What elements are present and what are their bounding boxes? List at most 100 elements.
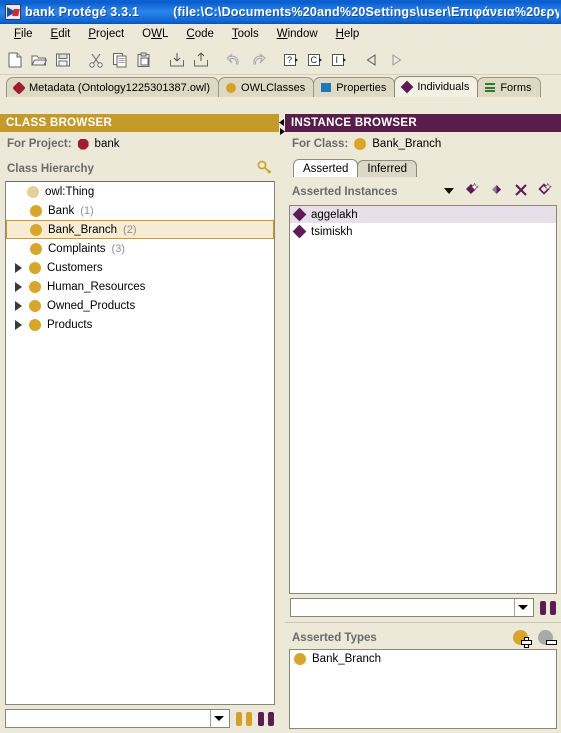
protege-window: bank Protégé 3.3.1 (file:\C:\Documents%20…	[0, 0, 561, 733]
subtab-asserted[interactable]: Asserted	[293, 159, 359, 177]
create-subinstance-icon[interactable]	[490, 183, 504, 200]
export-icon[interactable]	[190, 49, 212, 71]
expander-icon[interactable]	[14, 263, 23, 273]
tree-node-owl-thing[interactable]: owl:Thing	[6, 182, 274, 201]
chevron-down-icon[interactable]	[518, 605, 528, 610]
expander-icon[interactable]	[14, 282, 23, 292]
instance-browser-header: INSTANCE BROWSER	[285, 114, 561, 132]
import-icon[interactable]	[166, 49, 188, 71]
back-icon[interactable]	[361, 49, 383, 71]
tree-node-owned-products[interactable]: Owned_Products	[6, 296, 274, 315]
class-search-combo[interactable]	[5, 709, 230, 728]
window-title: bank Protégé 3.3.1 (file:\C:\Documents%20…	[25, 5, 559, 19]
menu-tools[interactable]: Tools	[223, 26, 268, 42]
instance-search-combo[interactable]	[290, 598, 534, 617]
project-name: bank	[94, 138, 120, 150]
instance-wizard-icon[interactable]: I	[328, 49, 350, 71]
class-icon	[30, 204, 42, 217]
menu-help[interactable]: Help	[327, 26, 369, 42]
instance-search-bar	[285, 594, 561, 622]
tab-owlclasses[interactable]: OWLClasses	[218, 77, 315, 97]
tab-properties[interactable]: Properties	[313, 77, 396, 97]
menu-code[interactable]: Code	[177, 26, 223, 42]
metadata-icon	[12, 80, 26, 95]
tree-node-products[interactable]: Products	[6, 315, 274, 334]
list-item[interactable]: Bank_Branch	[290, 650, 556, 667]
remove-type-icon[interactable]	[538, 630, 556, 645]
tree-node-count: (3)	[111, 242, 125, 255]
individual-icon	[292, 224, 307, 239]
save-project-icon[interactable]	[52, 49, 74, 71]
instance-actions	[444, 182, 553, 200]
tree-node-label: Customers	[47, 261, 103, 274]
undo-icon[interactable]	[223, 49, 245, 71]
asserted-instances-header: Asserted Instances	[285, 177, 561, 205]
tree-node-complaints[interactable]: Complaints (3)	[6, 239, 274, 258]
remove-instance-icon[interactable]	[514, 183, 528, 200]
expander-icon	[12, 187, 21, 196]
list-item[interactable]: tsimiskh	[290, 223, 556, 240]
list-item[interactable]: aggelakh	[290, 206, 556, 223]
asserted-types-list[interactable]: Bank_Branch	[289, 649, 557, 729]
tree-node-customers[interactable]: Customers	[6, 258, 274, 277]
instance-browser-class-line: For Class: Bank_Branch	[285, 132, 561, 156]
paste-icon[interactable]	[133, 49, 155, 71]
window-title-app: bank Protégé 3.3.1	[25, 5, 140, 19]
tab-individuals[interactable]: Individuals	[394, 76, 479, 97]
forms-icon	[485, 83, 496, 92]
class-icon	[354, 138, 367, 150]
find-instance-icon[interactable]	[540, 600, 556, 615]
expander-icon[interactable]	[14, 320, 23, 330]
find-class-icon[interactable]	[257, 160, 271, 177]
menu-code-label: ode	[194, 28, 214, 40]
list-item-label: tsimiskh	[311, 225, 353, 238]
individual-icon	[292, 207, 307, 222]
cut-icon[interactable]	[85, 49, 107, 71]
for-class-label: For Class:	[292, 138, 349, 150]
create-instance-icon[interactable]	[465, 182, 480, 200]
expander-icon[interactable]	[14, 301, 23, 311]
class-browser-panel: CLASS BROWSER For Project: bank Class Hi…	[0, 114, 279, 733]
find-instance-icon[interactable]	[258, 711, 274, 726]
menu-window-label: indow	[287, 28, 318, 40]
new-project-icon[interactable]	[4, 49, 26, 71]
properties-icon	[321, 83, 332, 92]
tree-node-label: Bank	[48, 204, 75, 217]
class-hierarchy-tree[interactable]: owl:Thing Bank (1) Bank_Branch (2) Compl…	[5, 181, 275, 705]
add-type-icon[interactable]	[513, 630, 531, 647]
workspace: CLASS BROWSER For Project: bank Class Hi…	[0, 114, 561, 733]
asserted-instances-label: Asserted Instances	[292, 185, 398, 198]
menu-window[interactable]: Window	[268, 26, 327, 42]
duplicate-instance-icon[interactable]	[538, 182, 553, 200]
asserted-instances-list[interactable]: aggelakh tsimiskh	[289, 205, 557, 594]
asserted-types-label: Asserted Types	[292, 631, 377, 644]
menu-tools-label: ools	[237, 28, 259, 40]
copy-icon[interactable]	[109, 49, 131, 71]
menu-file[interactable]: File	[5, 26, 42, 42]
tree-node-bank[interactable]: Bank (1)	[6, 201, 274, 220]
tree-node-count: (1)	[80, 204, 94, 217]
instances-menu-icon[interactable]	[444, 186, 455, 198]
find-usage-icon[interactable]	[236, 711, 252, 726]
open-project-icon[interactable]	[28, 49, 50, 71]
forward-icon[interactable]	[385, 49, 407, 71]
list-item-label: aggelakh	[311, 208, 358, 221]
tree-node-label: Products	[47, 318, 93, 331]
class-wizard-icon[interactable]: C	[304, 49, 326, 71]
menu-project-label: roject	[96, 28, 125, 40]
tab-metadata[interactable]: Metadata (Ontology1225301387.owl)	[6, 77, 220, 97]
class-icon	[29, 261, 41, 274]
tree-node-bank-branch[interactable]: Bank_Branch (2)	[6, 220, 274, 239]
menu-edit[interactable]: Edit	[42, 26, 80, 42]
chevron-down-icon[interactable]	[214, 716, 224, 721]
subtab-inferred-label: Inferred	[367, 163, 408, 175]
query-icon[interactable]: ?	[280, 49, 302, 71]
redo-icon[interactable]	[247, 49, 269, 71]
tab-forms[interactable]: Forms	[477, 77, 541, 97]
menu-owl[interactable]: OWL	[133, 26, 177, 42]
subtab-inferred[interactable]: Inferred	[357, 160, 418, 177]
main-tabstrip: Metadata (Ontology1225301387.owl) OWLCla…	[0, 75, 561, 97]
class-icon	[294, 652, 306, 665]
tree-node-human-resources[interactable]: Human_Resources	[6, 277, 274, 296]
menu-project[interactable]: Project	[79, 26, 133, 42]
